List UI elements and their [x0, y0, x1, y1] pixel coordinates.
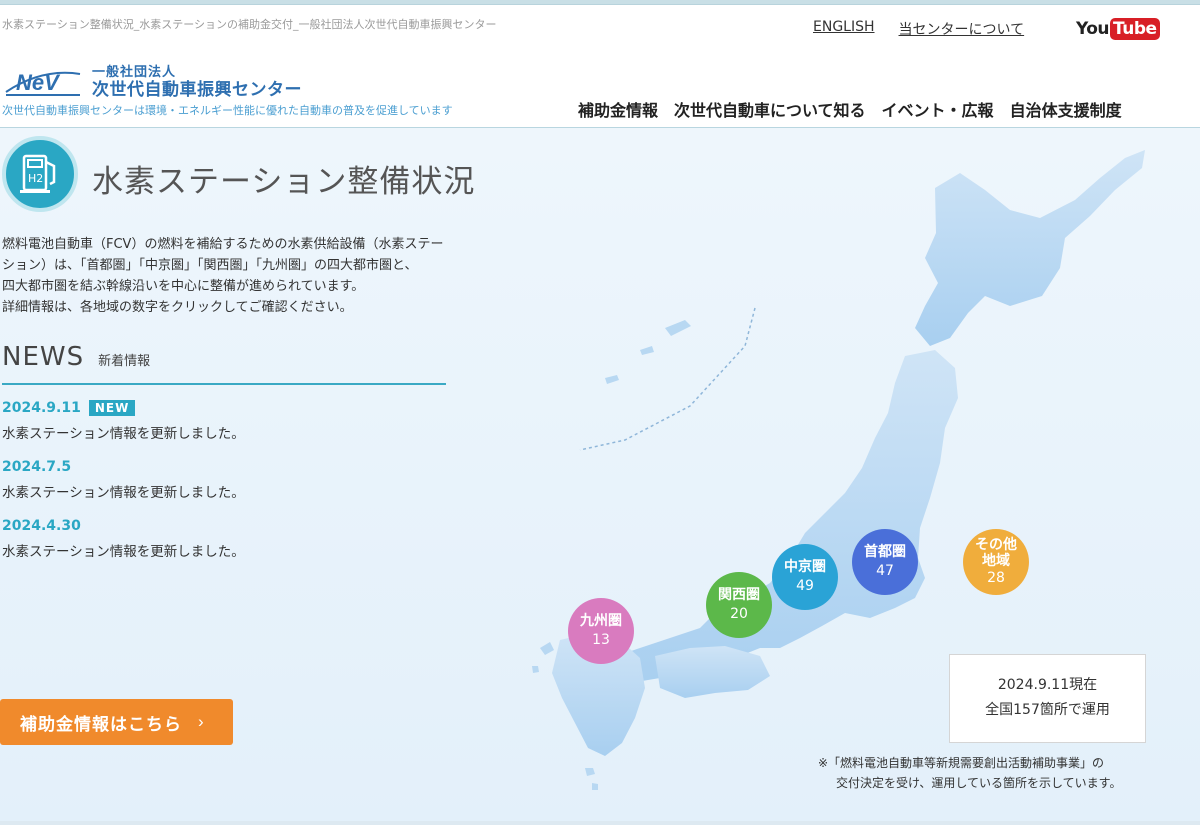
region-name-line2: 地域	[982, 553, 1010, 569]
news-item: 2024.7.5 水素ステーション情報を更新しました。	[2, 457, 245, 501]
news-heading: NEWS 新着情報	[2, 342, 446, 385]
youtube-you-text: You	[1076, 19, 1110, 39]
intro-line: ション）は、「首都圏」「中京圏」「関西圏」「九州圏」の四大都市圏と、	[2, 258, 418, 273]
page-description: 水素ステーション整備状況_水素ステーションの補助金交付_一般社団法人次世代自動車…	[2, 18, 497, 31]
nav-events[interactable]: イベント・広報	[882, 97, 994, 121]
footnote-line2: 交付決定を受け、運用している箇所を示しています。	[836, 776, 1122, 790]
region-count: 47	[876, 563, 894, 579]
news-link[interactable]: 水素ステーション情報を更新しました。	[2, 540, 245, 560]
logo-mark-text: NeV	[16, 70, 61, 95]
page-title: 水素ステーション整備状況	[92, 164, 476, 200]
status-info-box: 2024.9.11現在 全国157箇所で運用	[949, 654, 1146, 743]
news-heading-ja: 新着情報	[98, 354, 151, 369]
news-item: 2024.9.11 NEW 水素ステーション情報を更新しました。	[2, 398, 245, 442]
news-date: 2024.9.11	[2, 400, 81, 416]
news-date: 2024.7.5	[2, 459, 72, 475]
nev-logo-icon: NeV	[2, 66, 84, 100]
news-link[interactable]: 水素ステーション情報を更新しました。	[2, 481, 245, 501]
footnote: ※「燃料電池自動車等新規需要創出活動補助事業」の 交付決定を受け、運用している箇…	[818, 753, 1121, 793]
region-name: 中京圏	[784, 559, 826, 575]
hokkaido-region	[915, 150, 1145, 346]
footnote-line1: ※「燃料電池自動車等新規需要創出活動補助事業」の	[818, 756, 1105, 770]
region-count: 28	[987, 570, 1005, 586]
youtube-tube-text: Tube	[1110, 18, 1160, 40]
new-badge: NEW	[88, 400, 136, 416]
intro-line: 燃料電池自動車（FCV）の燃料を補給するための水素供給設備（水素ステー	[2, 237, 444, 252]
main-nav: 補助金情報 次世代自動車について知る イベント・広報 自治体支援制度	[578, 97, 1122, 121]
shikoku-region	[655, 646, 770, 698]
intro-line: 詳細情報は、各地域の数字をクリックしてご確認ください。	[2, 300, 353, 315]
nav-municipality-support[interactable]: 自治体支援制度	[1010, 97, 1122, 121]
region-name: 首都圏	[864, 544, 906, 560]
northern-islands	[605, 320, 691, 384]
bottom-edge	[0, 821, 1200, 825]
news-item: 2024.4.30 水素ステーション情報を更新しました。	[2, 516, 245, 560]
news-link[interactable]: 水素ステーション情報を更新しました。	[2, 422, 245, 442]
site-logo[interactable]: NeV 一般社団法人 次世代自動車振興センター	[2, 65, 302, 100]
nav-next-gen-vehicles[interactable]: 次世代自動車について知る	[674, 97, 866, 121]
site-header: 水素ステーション整備状況_水素ステーションの補助金交付_一般社団法人次世代自動車…	[0, 5, 1200, 128]
intro-line: 四大都市圏を結ぶ幹線沿いを中心に整備が進められています。	[2, 279, 365, 294]
utility-nav: ENGLISH 当センターについて	[813, 19, 1024, 39]
region-kansai[interactable]: 関西圏 20	[706, 572, 772, 638]
chevron-right-icon: ›	[198, 712, 205, 731]
status-total: 全国157箇所で運用	[985, 702, 1110, 718]
region-shutoken[interactable]: 首都圏 47	[852, 529, 918, 595]
nav-subsidy[interactable]: 補助金情報	[578, 97, 658, 121]
about-link[interactable]: 当センターについて	[899, 19, 1025, 39]
news-date: 2024.4.30	[2, 518, 81, 534]
logo-line1: 一般社団法人	[92, 65, 177, 80]
news-heading-en: NEWS	[2, 342, 85, 372]
honshu-region	[592, 350, 958, 688]
subsidy-button-label: 補助金情報はこちら	[20, 714, 182, 734]
english-link[interactable]: ENGLISH	[813, 19, 875, 39]
region-count: 20	[730, 606, 748, 622]
logo-line2: 次世代自動車振興センター	[92, 80, 302, 100]
subsidy-info-button[interactable]: 補助金情報はこちら ›	[0, 699, 233, 745]
region-name: 九州圏	[580, 613, 622, 629]
tagline: 次世代自動車振興センターは環境・エネルギー性能に優れた自動車の普及を促進していま…	[2, 104, 453, 117]
h2-label: H2	[28, 172, 43, 185]
region-name: 関西圏	[718, 587, 760, 603]
status-date: 2024.9.11現在	[997, 677, 1098, 693]
region-count: 13	[592, 632, 610, 648]
region-chukyo[interactable]: 中京圏 49	[772, 544, 838, 610]
news-list: 2024.9.11 NEW 水素ステーション情報を更新しました。 2024.7.…	[2, 398, 245, 575]
main-content: H2 水素ステーション整備状況 燃料電池自動車（FCV）の燃料を補給するための水…	[0, 128, 1200, 825]
region-count: 49	[796, 578, 814, 594]
region-other[interactable]: その他 地域 28	[963, 529, 1029, 595]
youtube-icon[interactable]: You Tube	[1076, 18, 1160, 40]
region-name-line1: その他	[975, 537, 1017, 553]
hydrogen-station-icon: H2	[2, 136, 78, 212]
intro-text: 燃料電池自動車（FCV）の燃料を補給するための水素供給設備（水素ステー ション）…	[2, 234, 492, 318]
region-kyushu[interactable]: 九州圏 13	[568, 598, 634, 664]
